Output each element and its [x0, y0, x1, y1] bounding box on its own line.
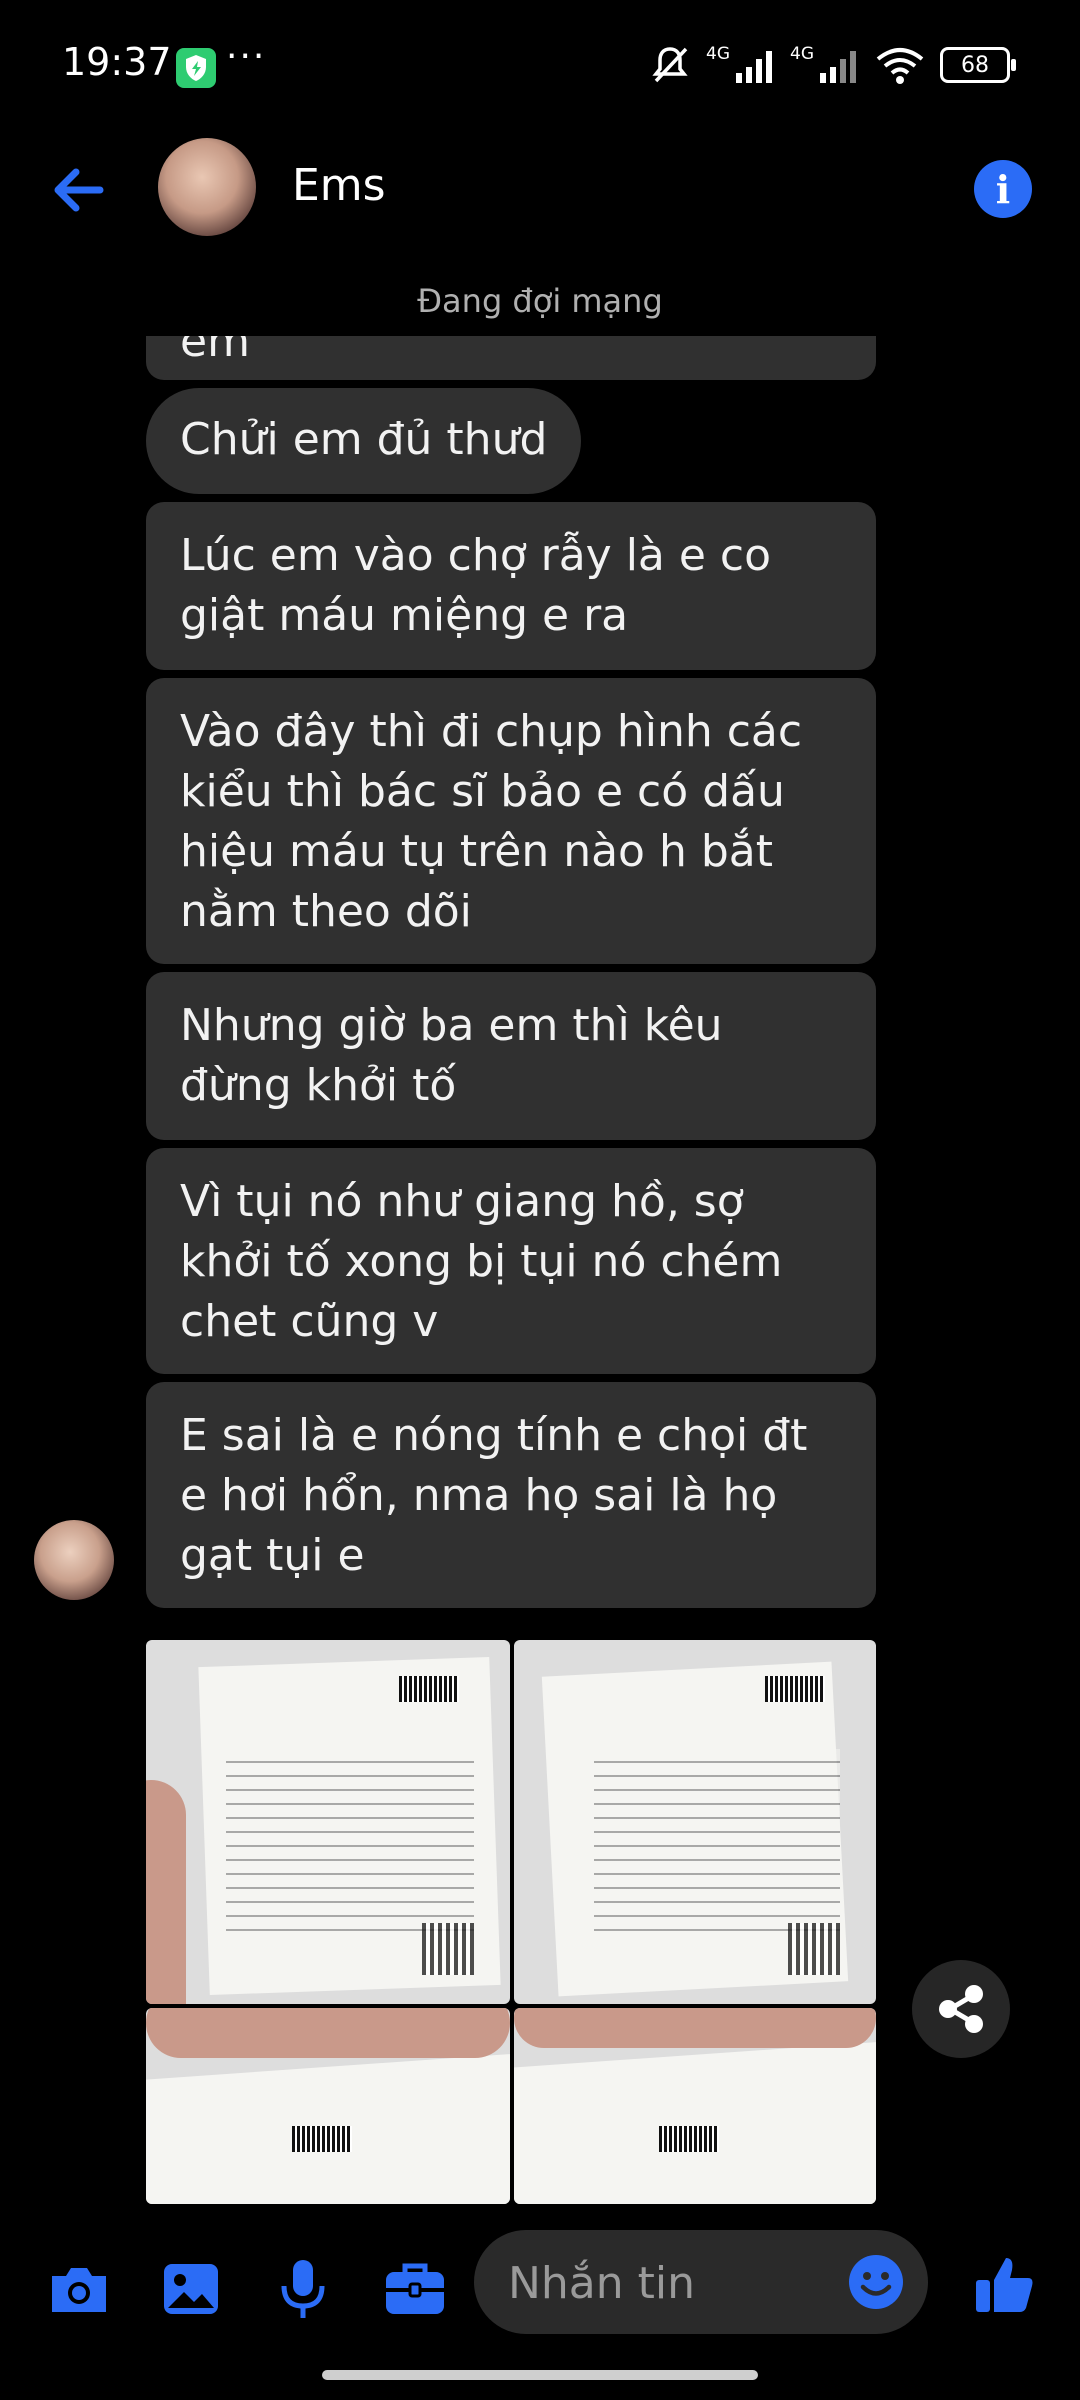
thumbs-up-icon: [976, 2258, 1033, 2312]
mute-icon: [652, 47, 688, 83]
connection-status: Đang đợi mạng: [417, 282, 663, 320]
message-text: em: [180, 336, 250, 367]
message-text: Vì tụi nó như giang hồ, sợ khởi tố xong …: [180, 1176, 783, 1347]
qr-code: [787, 1922, 840, 1975]
microphone-icon: [281, 2260, 325, 2318]
info-icon: i: [995, 166, 1011, 212]
voice-button[interactable]: [268, 2254, 338, 2324]
arrow-left-icon: [54, 168, 104, 212]
network-type-2: 4G: [790, 44, 814, 64]
message-input[interactable]: [506, 2230, 810, 2336]
status-bar: 19:37 ··· 4G 4G 68: [0, 0, 1080, 130]
network-type-1: 4G: [706, 44, 730, 64]
status-icons: 4G 4G 68: [648, 40, 1016, 90]
message-list[interactable]: em Chửi em đủ thưd Lúc em vào chợ rẫy là…: [0, 336, 1080, 2204]
composer-bar: [0, 2204, 1080, 2364]
info-button[interactable]: i: [974, 160, 1032, 218]
barcode: [658, 2125, 719, 2152]
hand: [146, 1780, 186, 2004]
briefcase-icon: [386, 2263, 444, 2314]
message-bubble[interactable]: E sai là e nóng tính e chọi đt e hơi hổn…: [146, 1382, 876, 1608]
contact-avatar[interactable]: [158, 138, 256, 236]
apps-button[interactable]: [380, 2254, 450, 2324]
message-text: E sai là e nóng tính e chọi đt e hơi hổn…: [180, 1410, 808, 1581]
hand: [146, 2008, 510, 2058]
status-time: 19:37: [62, 40, 172, 84]
hand: [514, 2008, 876, 2048]
more-notifications-icon: ···: [226, 36, 267, 77]
message-bubble[interactable]: Lúc em vào chợ rẫy là e co giật máu miện…: [146, 502, 876, 670]
photo-attachment[interactable]: [146, 2008, 510, 2204]
emoji-button[interactable]: [846, 2252, 906, 2312]
message-bubble[interactable]: Vào đây thì đi chụp hình các kiểu thì bá…: [146, 678, 876, 964]
photo-attachment[interactable]: [514, 1640, 876, 2004]
image-icon: [164, 2264, 218, 2314]
sender-avatar[interactable]: [34, 1520, 114, 1600]
camera-button[interactable]: [44, 2254, 114, 2324]
qr-code: [421, 1922, 474, 1975]
signal-2-icon: 4G: [790, 44, 856, 83]
photo-attachment[interactable]: [146, 1640, 510, 2004]
message-text: Vào đây thì đi chụp hình các kiểu thì bá…: [180, 706, 803, 937]
barcode: [399, 1676, 460, 1703]
photo-attachment[interactable]: [514, 2008, 876, 2204]
document-text: [593, 1749, 840, 1932]
like-button[interactable]: [970, 2250, 1040, 2320]
message-text: Chửi em đủ thưd: [180, 414, 548, 465]
signal-1-icon: 4G: [706, 44, 772, 83]
document-paper: [514, 2040, 876, 2204]
share-icon: [939, 1985, 983, 2033]
camera-icon: [52, 2268, 106, 2312]
shield-icon: [176, 48, 216, 88]
battery-indicator: 68: [940, 47, 1016, 83]
message-bubble[interactable]: em: [146, 336, 876, 380]
gallery-button[interactable]: [156, 2254, 226, 2324]
wifi-icon: [876, 48, 924, 84]
document-text: [226, 1749, 474, 1932]
back-button[interactable]: [40, 160, 120, 220]
emoji-icon: [849, 2255, 903, 2309]
message-input-container[interactable]: [474, 2230, 928, 2336]
barcode: [765, 1676, 826, 1703]
message-text: Nhưng giờ ba em thì kêu đừng khởi tố: [180, 1000, 723, 1111]
contact-name[interactable]: Ems: [292, 160, 386, 211]
barcode: [291, 2125, 352, 2152]
message-bubble[interactable]: Vì tụi nó như giang hồ, sợ khởi tố xong …: [146, 1148, 876, 1374]
message-bubble[interactable]: Chửi em đủ thưd: [146, 388, 582, 494]
home-indicator[interactable]: [322, 2370, 758, 2380]
message-text: Lúc em vào chợ rẫy là e co giật máu miện…: [180, 530, 772, 641]
message-bubble[interactable]: Nhưng giờ ba em thì kêu đừng khởi tố: [146, 972, 876, 1140]
share-button[interactable]: [912, 1960, 1010, 2058]
chat-header: Ems i: [0, 130, 1080, 250]
